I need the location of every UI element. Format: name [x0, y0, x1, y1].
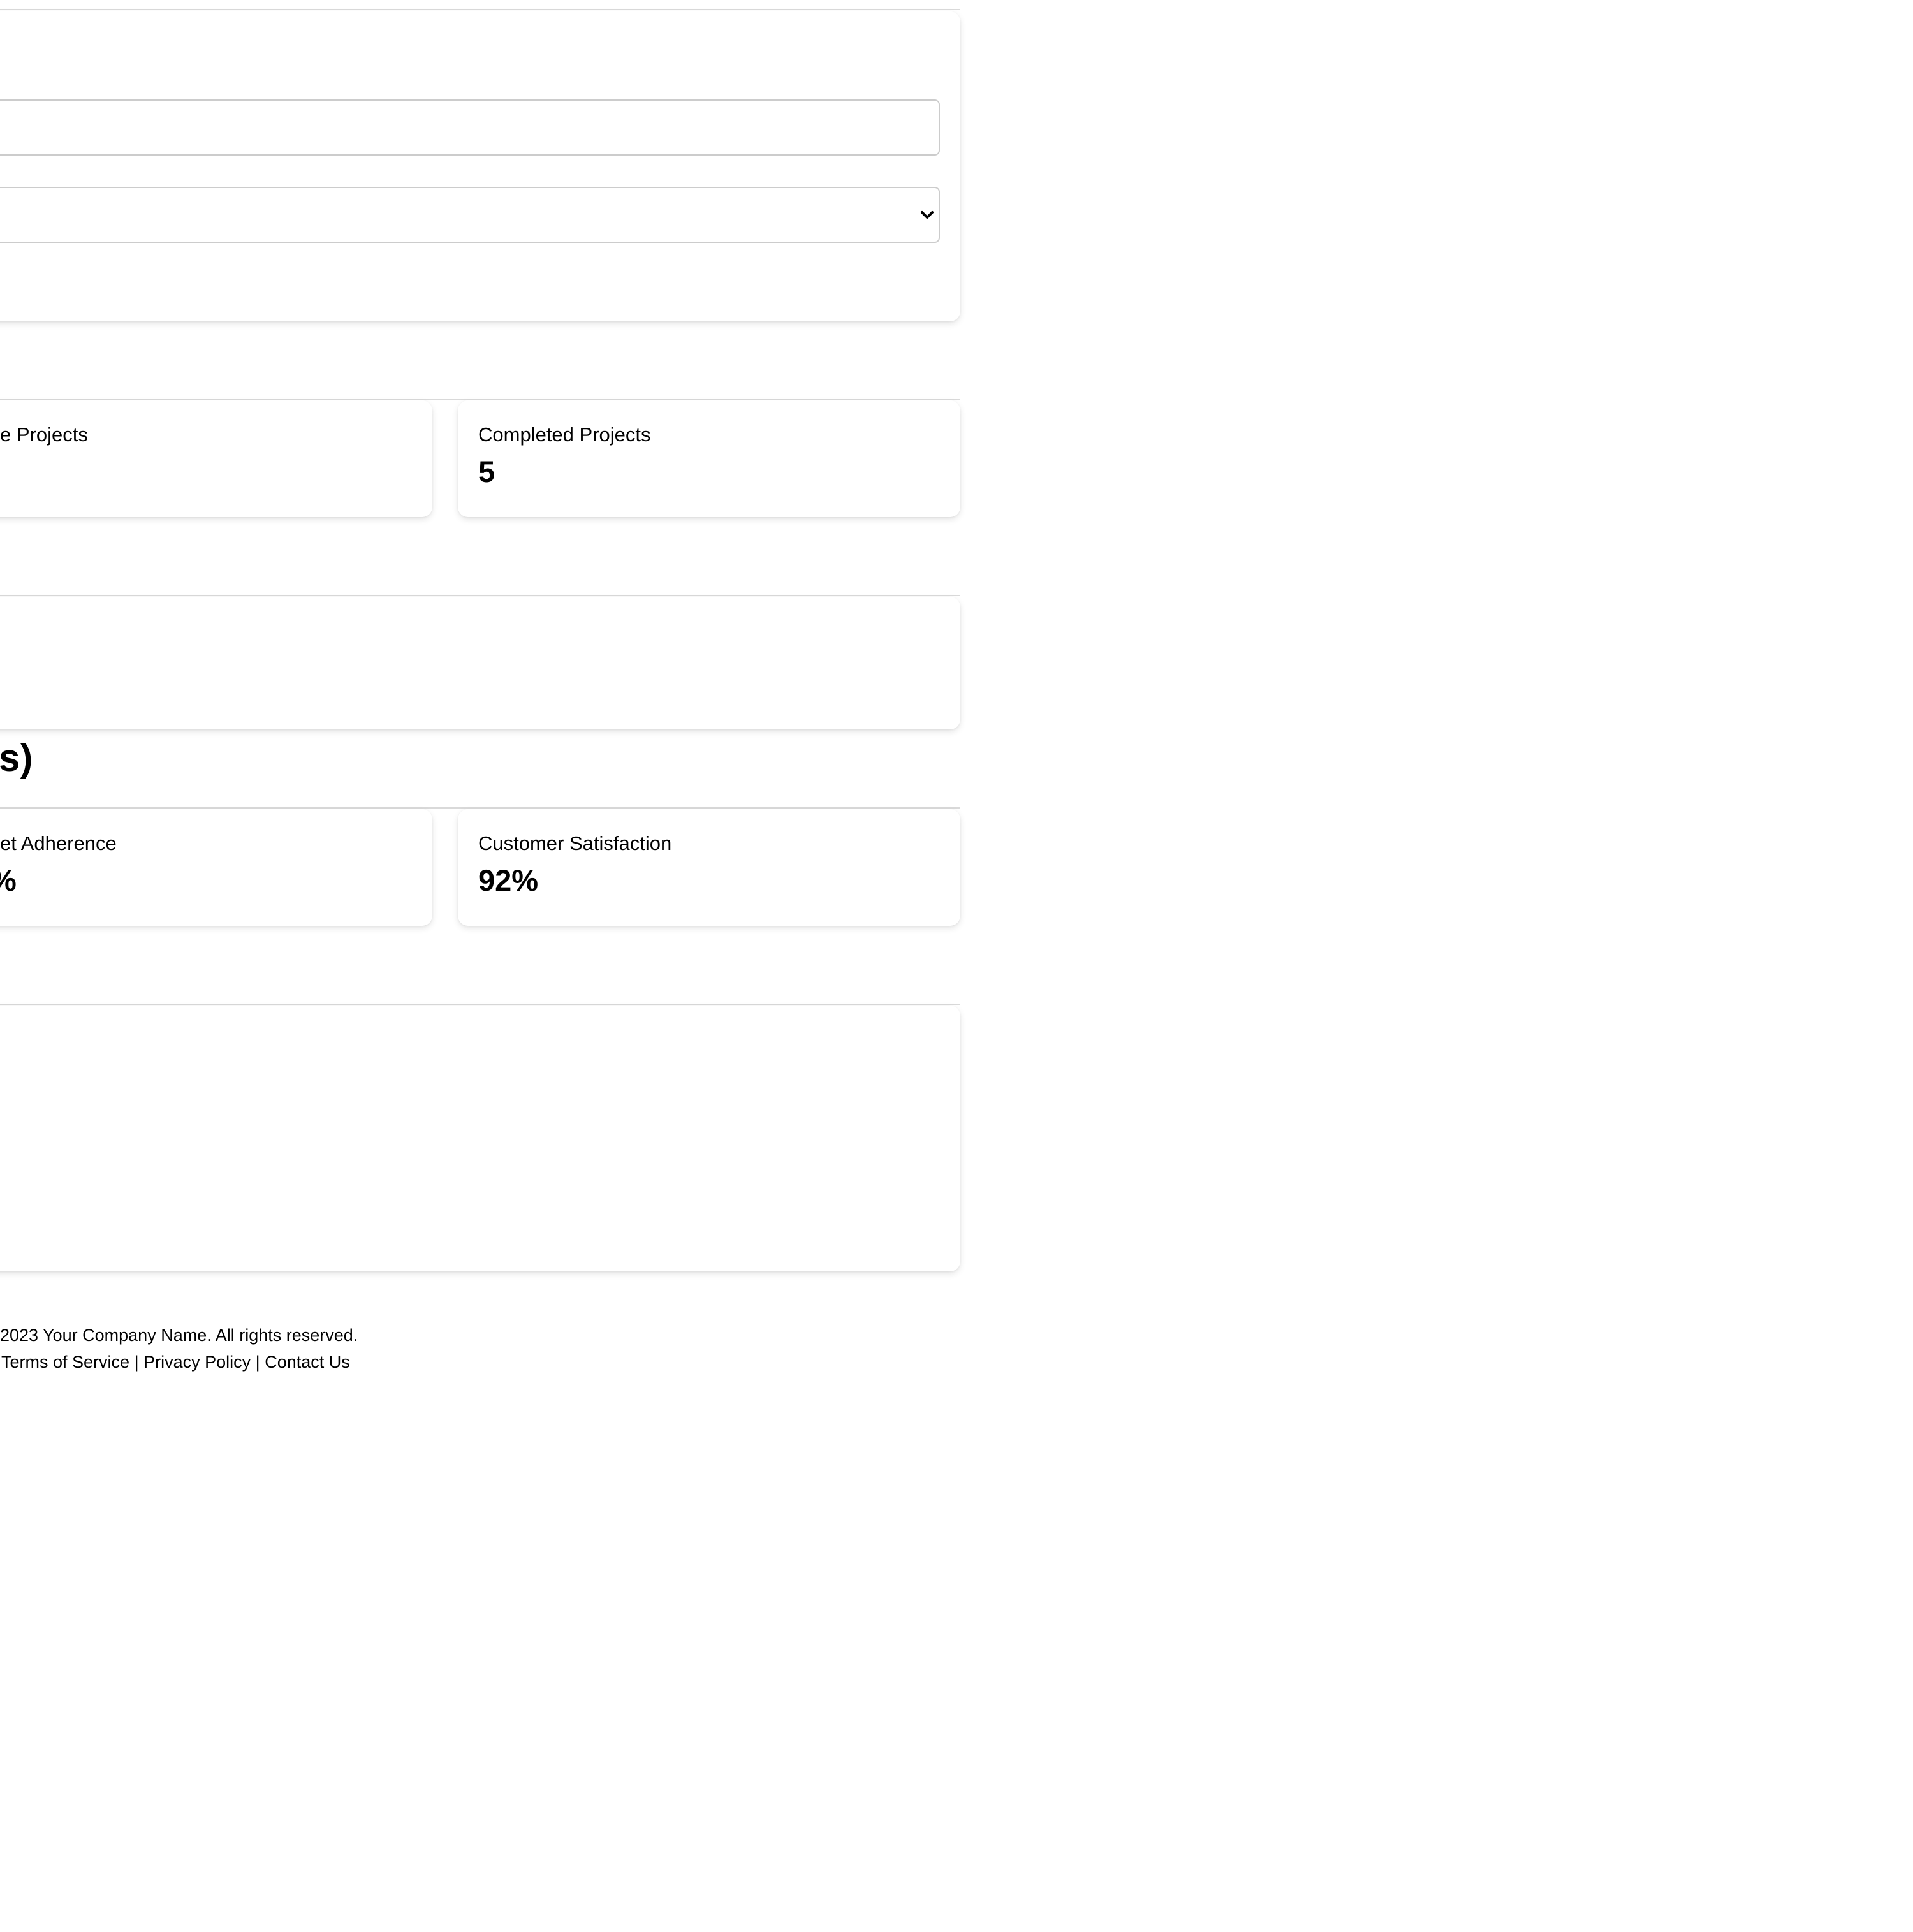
section-divider [0, 807, 960, 809]
budget-adherence-card: et Adherence % [0, 809, 432, 926]
footer-separator: | [134, 1352, 139, 1372]
footer-separator: | [255, 1352, 260, 1372]
chart-card [0, 1006, 960, 1271]
budget-adherence-label: et Adherence [0, 832, 117, 854]
contact-link[interactable]: Contact Us [265, 1352, 350, 1372]
completed-projects-card: Completed Projects 5 [458, 400, 960, 517]
section-heading: s) [0, 736, 33, 779]
customer-satisfaction-value: 92% [478, 863, 539, 897]
customer-satisfaction-card: Customer Satisfaction 92% [458, 809, 960, 926]
copyright-text: 2023 Your Company Name. All rights reser… [0, 1326, 358, 1345]
section-divider [0, 9, 960, 10]
completed-projects-label: Completed Projects [478, 423, 651, 446]
chevron-down-icon [921, 211, 934, 219]
text-input-field[interactable] [0, 99, 940, 156]
content-card [0, 597, 960, 729]
section-divider [0, 1004, 960, 1005]
page: e Projects Completed Projects 5 s) et Ad… [0, 0, 1913, 1932]
privacy-link[interactable]: Privacy Policy [143, 1352, 251, 1372]
budget-adherence-value: % [0, 863, 17, 898]
completed-projects-value: 5 [478, 455, 495, 488]
section-divider [0, 595, 960, 596]
customer-satisfaction-label: Customer Satisfaction [478, 832, 672, 854]
form-card [0, 11, 960, 321]
terms-link[interactable]: Terms of Service [1, 1352, 129, 1372]
section-divider [0, 399, 960, 400]
active-projects-card: e Projects [0, 400, 432, 517]
footer-links: Terms of Service | Privacy Policy | Cont… [1, 1352, 350, 1372]
active-projects-label: e Projects [0, 423, 88, 446]
select-field[interactable] [0, 187, 940, 243]
